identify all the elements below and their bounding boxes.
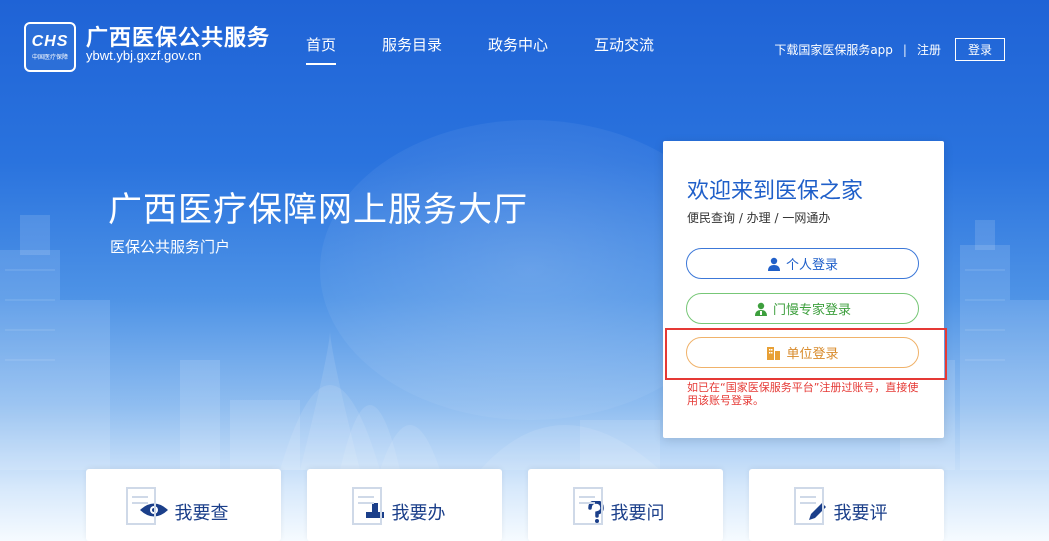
card-handle[interactable]: 我要办 — [307, 469, 502, 541]
hero-subtitle: 医保公共服务门户 — [110, 238, 231, 256]
nav-service-catalog[interactable]: 服务目录 — [382, 34, 442, 55]
document-icon — [126, 487, 156, 525]
card-handle-label: 我要办 — [391, 503, 446, 524]
card-ask[interactable]: 我要问 — [528, 469, 723, 541]
card-evaluate-label: 我要评 — [833, 503, 888, 524]
personal-login-button[interactable]: 个人登录 — [686, 248, 919, 279]
expert-login-label: 门慢专家登录 — [772, 303, 851, 318]
register-link[interactable]: 注册 — [917, 41, 941, 58]
site-domain: ybwt.ybj.gxzf.gov.cn — [86, 48, 202, 63]
personal-login-label: 个人登录 — [785, 258, 838, 273]
site-header: CHS 中国医疗保障 广西医保公共服务 ybwt.ybj.gxzf.gov.cn… — [0, 0, 1049, 80]
unit-login-highlight-box — [665, 328, 947, 380]
header-separator: | — [902, 42, 907, 57]
person-icon — [767, 257, 781, 271]
hero-title: 广西医疗保障网上服务大厅 — [108, 190, 528, 230]
card-ask-label: 我要问 — [610, 503, 665, 524]
chs-logo[interactable]: CHS 中国医疗保障 — [24, 22, 76, 72]
card-query[interactable]: 我要查 — [86, 469, 281, 541]
nav-interaction[interactable]: 互动交流 — [594, 34, 654, 55]
login-notice: 如已在“国家医保服务平台”注册过账号，直接使用该账号登录。 — [687, 381, 919, 407]
login-panel: 欢迎来到医保之家 便民查询 / 办理 / 一网通办 个人登录 门慢专家登录 单位… — [663, 141, 944, 438]
document-icon — [794, 487, 824, 525]
logo-subtext: 中国医疗保障 — [31, 54, 68, 61]
nav-government-center[interactable]: 政务中心 — [488, 34, 548, 55]
card-query-label: 我要查 — [174, 503, 229, 524]
document-icon — [352, 487, 382, 525]
doctor-icon — [754, 302, 768, 316]
nav-home[interactable]: 首页 — [306, 34, 337, 65]
expert-login-button[interactable]: 门慢专家登录 — [686, 293, 919, 324]
download-app-link[interactable]: 下载国家医保服务app — [774, 41, 893, 58]
logo-mark: CHS — [31, 33, 69, 50]
panel-title: 欢迎来到医保之家 — [687, 179, 864, 204]
header-actions: 下载国家医保服务app | 注册 登录 — [774, 38, 1005, 61]
card-evaluate[interactable]: 我要评 — [749, 469, 944, 541]
header-login-button[interactable]: 登录 — [954, 38, 1005, 61]
panel-subtitle: 便民查询 / 办理 / 一网通办 — [687, 211, 831, 225]
document-icon — [573, 487, 603, 525]
main-nav: 首页 服务目录 政务中心 互动交流 — [306, 34, 700, 65]
